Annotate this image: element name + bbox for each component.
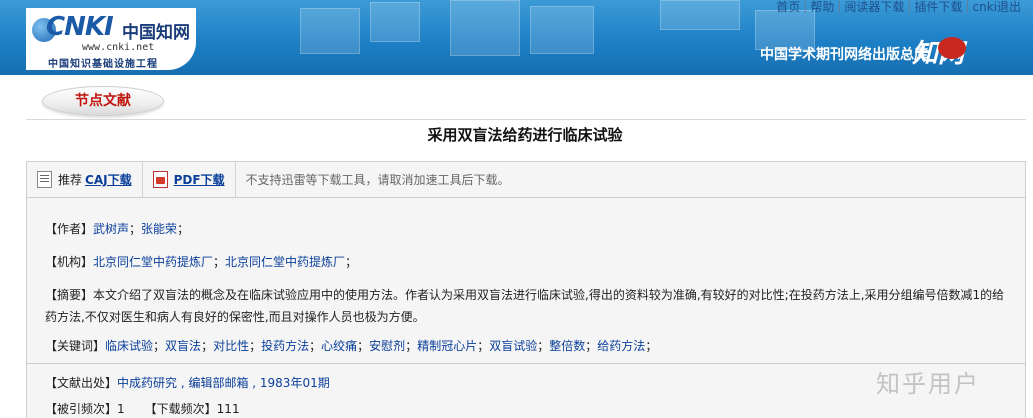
keywords-row: 【关键词】临床试验；双盲法；对比性；投药方法；心绞痛；安慰剂；精制冠心片；双盲试… — [45, 339, 658, 353]
author-row: 【作者】武树声；张能荣； — [45, 222, 190, 236]
header-decoration — [300, 0, 820, 75]
logo-url: www.cnki.net — [82, 42, 155, 53]
download-note: 不支持迅雷等下载工具，请取消加速工具后下载。 — [245, 173, 510, 187]
toplink-reader-download[interactable]: 阅读器下载 — [842, 0, 906, 15]
page-title: 采用双盲法给药进行临床试验 — [427, 126, 623, 144]
caj-download-item: 推荐 CAJ下载 — [27, 162, 143, 197]
publisher-name: 中国学术期刊网络出版总库 — [760, 47, 928, 63]
logo-subtitle: 中国知识基础设施工程 — [48, 59, 158, 70]
zhiwang-logo: 知网 — [912, 37, 966, 69]
source-link[interactable]: 中成药研究 , 编辑部邮箱 , 1983年01期 — [117, 376, 330, 390]
org-link[interactable]: 北京同仁堂中药提炼厂 — [93, 255, 213, 269]
org-key: 【机构】 — [45, 255, 94, 269]
logo-cnki-text: CNKI — [46, 12, 114, 42]
toplink-plugin-download[interactable]: 插件下载 — [912, 0, 964, 15]
seal-icon — [938, 37, 966, 59]
toplink-home[interactable]: 首页 — [774, 0, 802, 15]
abstract-key: 【摘要】 — [45, 288, 94, 302]
divider — [26, 119, 1026, 120]
toplink-logout[interactable]: cnki退出 — [971, 0, 1024, 15]
keyword-link[interactable]: 给药方法 — [597, 339, 645, 353]
document-info: 【作者】武树声；张能荣； 【机构】北京同仁堂中药提炼厂；北京同仁堂中药提炼厂； … — [26, 198, 1026, 364]
pdf-file-icon — [152, 171, 168, 188]
keyword-link[interactable]: 临床试验 — [105, 339, 153, 353]
abstract-row: 【摘要】本文介绍了双盲法的概念及在临床试验应用中的使用方法。作者认为采用双盲法进… — [45, 284, 1010, 328]
pdf-download-link[interactable]: PDF下载 — [174, 171, 225, 188]
organization-row: 【机构】北京同仁堂中药提炼厂；北京同仁堂中药提炼厂； — [45, 255, 358, 269]
node-document-tab[interactable]: 节点文献 — [42, 86, 164, 116]
cnki-logo[interactable]: CNKI 中国知网 www.cnki.net 中国知识基础设施工程 — [26, 8, 196, 70]
keywords-key: 【关键词】 — [45, 339, 106, 353]
caj-file-icon — [37, 171, 52, 188]
toplink-help[interactable]: 帮助 — [808, 0, 836, 15]
keyword-link[interactable]: 双盲试验 — [489, 339, 537, 353]
cited-count: 1 — [117, 402, 125, 416]
keyword-link[interactable]: 投药方法 — [261, 339, 309, 353]
recommend-label: 推荐 — [58, 173, 83, 187]
source-key: 【文献出处】 — [45, 376, 118, 390]
keyword-link[interactable]: 整倍数 — [549, 339, 585, 353]
cited-key: 【被引频次】 — [45, 402, 118, 416]
download-key: 【下载频次】 — [144, 402, 217, 416]
keyword-link[interactable]: 精制冠心片 — [417, 339, 477, 353]
keyword-link[interactable]: 对比性 — [213, 339, 249, 353]
pdf-download-item: PDF下载 — [143, 162, 236, 197]
author-key: 【作者】 — [45, 222, 94, 236]
keyword-link[interactable]: 双盲法 — [165, 339, 201, 353]
author-link[interactable]: 武树声 — [93, 222, 129, 236]
keyword-link[interactable]: 心绞痛 — [321, 339, 357, 353]
author-link[interactable]: 张能荣 — [141, 222, 177, 236]
org-link[interactable]: 北京同仁堂中药提炼厂 — [225, 255, 345, 269]
logo-cn-name: 中国知网 — [122, 23, 190, 43]
download-bar: 推荐 CAJ下载 PDF下载 不支持迅雷等下载工具，请取消加速工具后下载。 — [26, 161, 1026, 198]
keyword-link[interactable]: 安慰剂 — [369, 339, 405, 353]
download-count: 111 — [216, 402, 240, 416]
caj-download-link[interactable]: CAJ下载 — [85, 171, 132, 188]
watermark: 知乎用户 — [876, 370, 980, 398]
abstract-text: 本文介绍了双盲法的概念及在临床试验应用中的使用方法。作者认为采用双盲法进行临床试… — [45, 288, 1005, 324]
top-links: 首页 | 帮助 | 阅读器下载 | 插件下载 | cnki退出 — [774, 0, 1023, 14]
source-row: 【文献出处】中成药研究 , 编辑部邮箱 , 1983年01期 — [45, 374, 330, 391]
site-header: CNKI 中国知网 www.cnki.net 中国知识基础设施工程 首页 | 帮助… — [0, 0, 1033, 75]
citation-row: 【被引频次】1 【下载频次】111 — [45, 400, 240, 417]
